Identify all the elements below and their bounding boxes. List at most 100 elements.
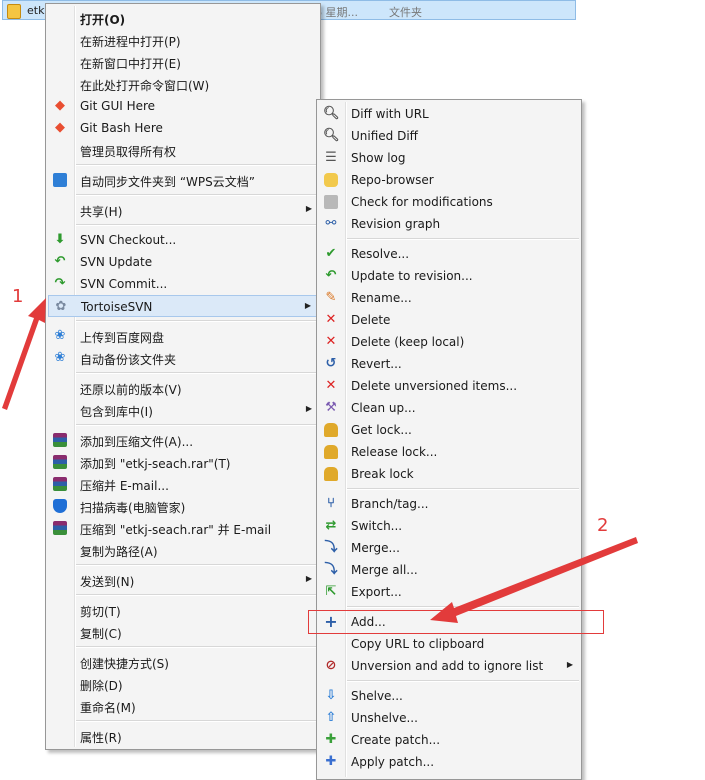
menu-item-label: Shelve...	[351, 689, 403, 703]
svn-clean-up[interactable]: ⚒ Clean up...	[319, 397, 579, 419]
menu-item-baidu-upload[interactable]: ❀ 上传到百度网盘	[48, 325, 318, 347]
menu-item-include-library[interactable]: 包含到库中(I) ▶	[48, 399, 318, 421]
menu-separator	[76, 224, 318, 226]
menu-item-label: 属性(R)	[80, 731, 122, 745]
svn-create-patch[interactable]: ✚ Create patch...	[319, 729, 579, 751]
menu-item-label: Unversion and add to ignore list	[351, 659, 544, 673]
menu-item-label: 添加到 "etkj-seach.rar"(T)	[80, 457, 231, 471]
annotation-arrow-1	[2, 298, 46, 410]
patch-icon: ✚	[325, 732, 337, 747]
add-highlight-box	[308, 610, 604, 634]
menu-item-label: 发送到(N)	[80, 575, 135, 589]
rename-icon: ✎	[325, 290, 337, 305]
menu-item-label: Check for modifications	[351, 195, 493, 209]
delete-icon: ✕	[325, 378, 337, 393]
menu-item-properties[interactable]: 属性(R)	[48, 725, 318, 747]
menu-item-tortoisesvn[interactable]: ✿ TortoiseSVN ▶	[48, 295, 318, 317]
menu-item-label: Export...	[351, 585, 402, 599]
menu-item-open[interactable]: 打开(O)	[48, 7, 318, 29]
lock-icon	[323, 444, 339, 460]
svn-release-lock[interactable]: Release lock...	[319, 441, 579, 463]
menu-item-open-cmd[interactable]: 在此处打开命令窗口(W)	[48, 73, 318, 95]
menu-item-virus-scan[interactable]: 扫描病毒(电脑管家)	[48, 495, 318, 517]
delete-icon: ✕	[325, 334, 337, 349]
menu-item-label: 自动同步文件夹到 “WPS云文档”	[80, 175, 255, 189]
svn-diff-url[interactable]: 🔍︎ Diff with URL	[319, 103, 579, 125]
menu-item-create-shortcut[interactable]: 创建快捷方式(S)	[48, 651, 318, 673]
menu-item-share[interactable]: 共享(H) ▶	[48, 199, 318, 221]
rar-icon	[52, 520, 68, 536]
svn-merge-all[interactable]: ⤵ Merge all...	[319, 559, 579, 581]
rar-icon	[52, 454, 68, 470]
baidu-icon: ❀	[54, 328, 66, 343]
menu-item-git-bash[interactable]: ◆ Git Bash Here	[48, 117, 318, 139]
menu-item-label: Unified Diff	[351, 129, 418, 143]
update-icon: ↶	[325, 268, 337, 283]
menu-item-add-rar[interactable]: 添加到 "etkj-seach.rar"(T)	[48, 451, 318, 473]
chevron-right-icon: ▶	[304, 301, 311, 310]
svn-show-log[interactable]: ☰ Show log	[319, 147, 579, 169]
menu-item-copy-path[interactable]: 复制为路径(A)	[48, 539, 318, 561]
svn-update-revision[interactable]: ↶ Update to revision...	[319, 265, 579, 287]
menu-item-label: 压缩并 E-mail...	[80, 479, 169, 493]
menu-item-label: Resolve...	[351, 247, 410, 261]
svn-get-lock[interactable]: Get lock...	[319, 419, 579, 441]
menu-item-svn-checkout[interactable]: ⬇ SVN Checkout...	[48, 229, 318, 251]
menu-item-label: Clean up...	[351, 401, 416, 415]
magnifier-icon: 🔍︎	[323, 106, 340, 121]
annotation-label-1: 1	[12, 286, 24, 307]
svn-check-modifications[interactable]: Check for modifications	[319, 191, 579, 213]
menu-item-label: Repo-browser	[351, 173, 434, 187]
svn-revert[interactable]: ↺ Revert...	[319, 353, 579, 375]
svn-unified-diff[interactable]: 🔍︎ Unified Diff	[319, 125, 579, 147]
menu-item-label: 剪切(T)	[80, 605, 121, 619]
menu-item-compress-email[interactable]: 压缩并 E-mail...	[48, 473, 318, 495]
menu-item-label: Merge all...	[351, 563, 418, 577]
menu-item-compress-rar-email[interactable]: 压缩到 "etkj-seach.rar" 并 E-mail	[48, 517, 318, 539]
svn-revision-graph[interactable]: ⚯ Revision graph	[319, 213, 579, 235]
svn-shelve[interactable]: ⇩ Shelve...	[319, 685, 579, 707]
menu-item-label: Diff with URL	[351, 107, 429, 121]
unshelve-icon: ⇧	[325, 710, 337, 725]
menu-separator	[76, 164, 318, 166]
menu-item-baidu-backup[interactable]: ❀ 自动备份该文件夹	[48, 347, 318, 369]
svn-rename[interactable]: ✎ Rename...	[319, 287, 579, 309]
menu-item-svn-commit[interactable]: ↷ SVN Commit...	[48, 273, 318, 295]
svn-break-lock[interactable]: Break lock	[319, 463, 579, 485]
svn-switch[interactable]: ⇄ Switch...	[319, 515, 579, 537]
svn-apply-patch[interactable]: ✚ Apply patch...	[319, 751, 579, 773]
lock-icon	[323, 466, 339, 482]
svn-copy-url[interactable]: Copy URL to clipboard	[319, 633, 579, 655]
export-icon: ⇱	[325, 584, 337, 599]
menu-item-svn-update[interactable]: ↶ SVN Update	[48, 251, 318, 273]
menu-item-label: Revision graph	[351, 217, 441, 231]
svn-repo-browser[interactable]: Repo-browser	[319, 169, 579, 191]
svn-resolve[interactable]: ✔ Resolve...	[319, 243, 579, 265]
svn-delete-keep-local[interactable]: ✕ Delete (keep local)	[319, 331, 579, 353]
svn-delete[interactable]: ✕ Delete	[319, 309, 579, 331]
svn-delete-unversioned[interactable]: ✕ Delete unversioned items...	[319, 375, 579, 397]
menu-item-label: 在新窗口中打开(E)	[80, 57, 181, 71]
annotation-label-2: 2	[597, 515, 609, 536]
menu-item-add-archive[interactable]: 添加到压缩文件(A)...	[48, 429, 318, 451]
menu-item-cut[interactable]: 剪切(T)	[48, 599, 318, 621]
svn-branch-tag[interactable]: ⑂ Branch/tag...	[319, 493, 579, 515]
menu-item-take-ownership[interactable]: 管理员取得所有权	[48, 139, 318, 161]
menu-item-open-new-window[interactable]: 在新窗口中打开(E)	[48, 51, 318, 73]
delete-icon: ✕	[325, 312, 337, 327]
menu-item-rename[interactable]: 重命名(M)	[48, 695, 318, 717]
menu-item-delete[interactable]: 删除(D)	[48, 673, 318, 695]
menu-item-git-gui[interactable]: ◆ Git GUI Here	[48, 95, 318, 117]
menu-item-send-to[interactable]: 发送到(N) ▶	[48, 569, 318, 591]
menu-item-label: TortoiseSVN	[81, 300, 153, 314]
svn-unshelve[interactable]: ⇧ Unshelve...	[319, 707, 579, 729]
menu-item-label: 重命名(M)	[80, 701, 136, 715]
file-type: 文件夹	[389, 6, 422, 19]
menu-item-open-new-process[interactable]: 在新进程中打开(P)	[48, 29, 318, 51]
svn-unversion-ignore[interactable]: ⊘ Unversion and add to ignore list ▶	[319, 655, 579, 677]
svn-export[interactable]: ⇱ Export...	[319, 581, 579, 603]
menu-item-copy[interactable]: 复制(C)	[48, 621, 318, 643]
menu-item-wps-sync[interactable]: 自动同步文件夹到 “WPS云文档”	[48, 169, 318, 191]
svn-merge[interactable]: ⤵ Merge...	[319, 537, 579, 559]
menu-item-restore-versions[interactable]: 还原以前的版本(V)	[48, 377, 318, 399]
